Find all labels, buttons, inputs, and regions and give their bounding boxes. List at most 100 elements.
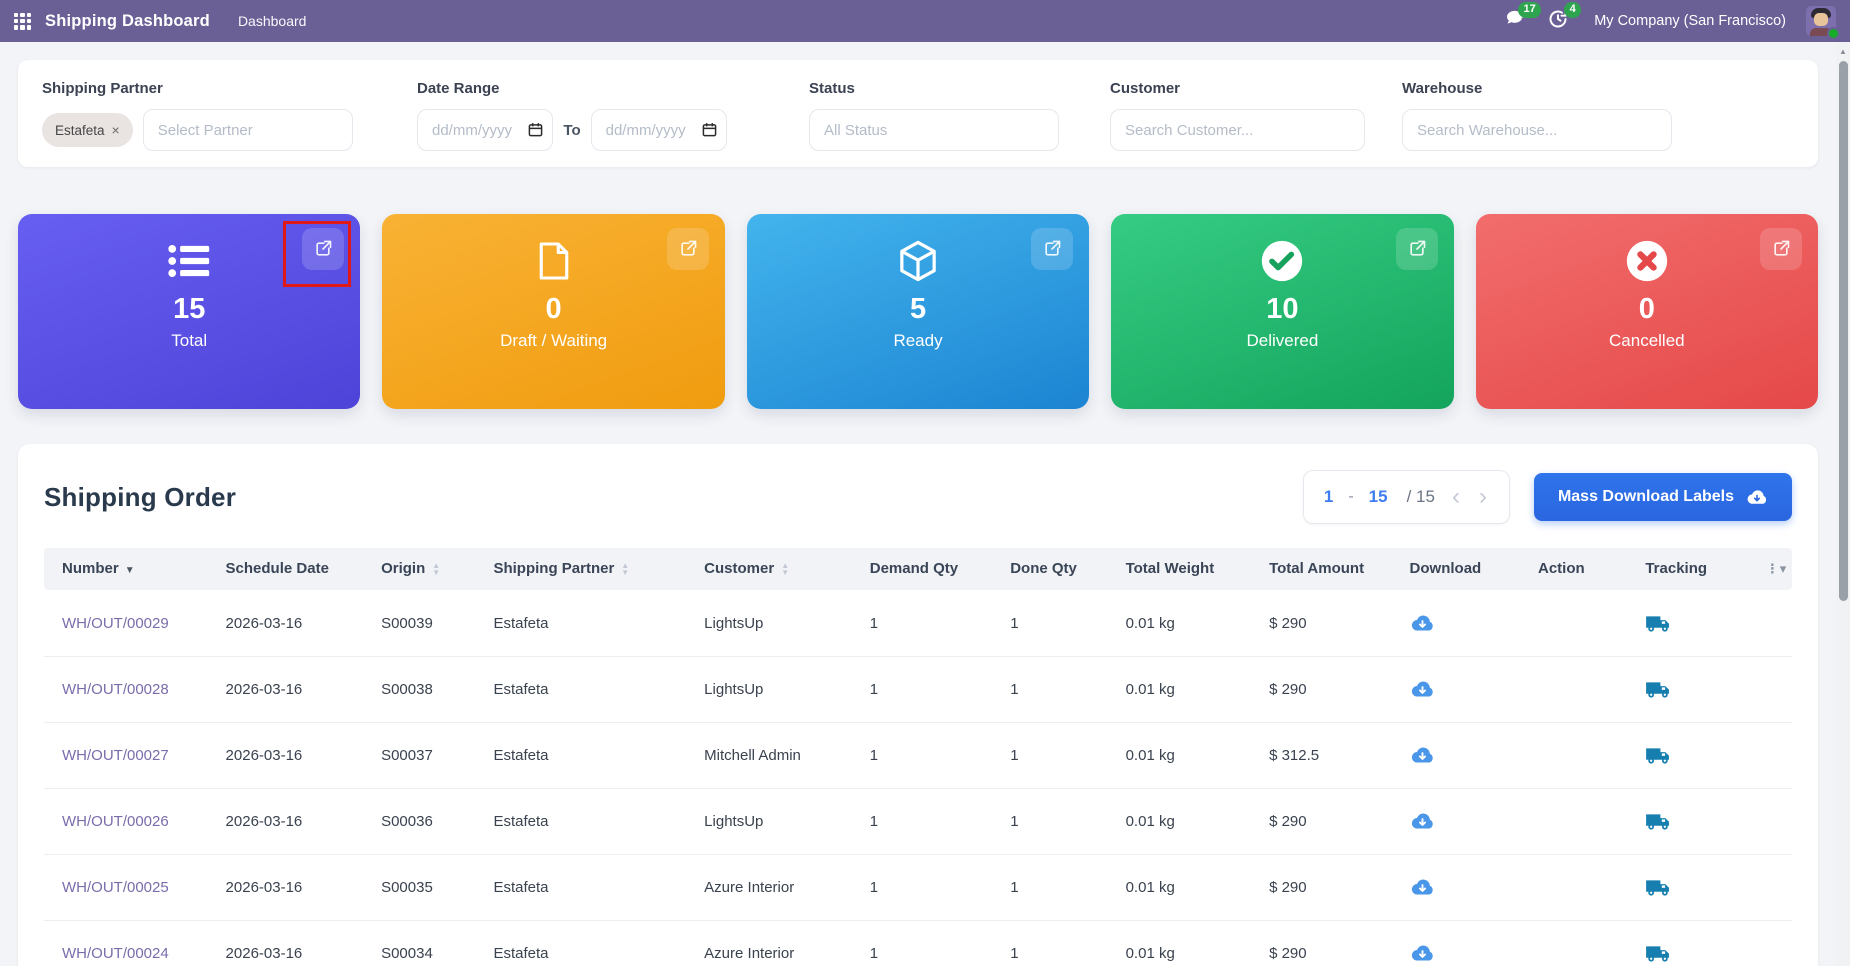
- sort-icon: ▲▼: [432, 562, 440, 576]
- stat-card-ready[interactable]: 5 Ready: [747, 214, 1089, 409]
- page-start[interactable]: 1: [1324, 487, 1333, 507]
- menu-dashboard[interactable]: Dashboard: [238, 13, 307, 29]
- calendar-icon[interactable]: [528, 122, 543, 142]
- order-number-link[interactable]: WH/OUT/00027: [62, 747, 169, 764]
- cloud-download-icon: [1410, 614, 1435, 633]
- date-range-label: Date Range: [417, 80, 727, 97]
- page-end[interactable]: 15: [1369, 487, 1388, 507]
- stat-value-delivered: 10: [1266, 293, 1298, 326]
- col-number[interactable]: Number▼: [44, 548, 208, 590]
- tracking-button[interactable]: [1645, 745, 1672, 765]
- total-amount-cell: $ 290: [1251, 854, 1391, 920]
- shipping-partner-cell: Estafeta: [475, 722, 686, 788]
- action-cell: [1520, 920, 1627, 966]
- download-label-button[interactable]: [1410, 878, 1435, 897]
- external-link-icon: [313, 239, 333, 259]
- origin-cell: S00036: [363, 788, 475, 854]
- total-amount-cell: $ 290: [1251, 920, 1391, 966]
- total-weight-cell: 0.01 kg: [1108, 590, 1251, 656]
- order-number-link[interactable]: WH/OUT/00028: [62, 681, 169, 698]
- truck-icon: [1645, 877, 1672, 897]
- open-draft-external-button[interactable]: [667, 228, 709, 270]
- download-label-button[interactable]: [1410, 812, 1435, 831]
- stat-card-delivered[interactable]: 10 Delivered: [1111, 214, 1453, 409]
- shipping-partner-cell: Estafeta: [475, 788, 686, 854]
- col-options[interactable]: ⋮▾: [1748, 548, 1792, 590]
- pagination: 1 - 15 / 15 ‹ ›: [1303, 470, 1510, 524]
- messages-button[interactable]: 17: [1506, 9, 1528, 34]
- demand-qty-cell: 1: [852, 722, 992, 788]
- sort-icon: ▲▼: [781, 562, 789, 576]
- activities-button[interactable]: 4: [1548, 9, 1568, 34]
- stat-card-cancelled[interactable]: 0 Cancelled: [1476, 214, 1818, 409]
- scroll-up-icon[interactable]: ▲: [1836, 42, 1850, 56]
- status-select[interactable]: [809, 109, 1059, 151]
- origin-cell: S00037: [363, 722, 475, 788]
- truck-icon: [1645, 613, 1672, 633]
- download-label-button[interactable]: [1410, 614, 1435, 633]
- order-number-link[interactable]: WH/OUT/00025: [62, 879, 169, 896]
- stat-label-delivered: Delivered: [1247, 331, 1319, 351]
- stat-card-total[interactable]: 15 Total: [18, 214, 360, 409]
- partner-tag-estafeta[interactable]: Estafeta ×: [42, 113, 133, 147]
- tracking-button[interactable]: [1645, 943, 1672, 963]
- download-label-button[interactable]: [1410, 746, 1435, 765]
- document-icon: [537, 238, 571, 284]
- demand-qty-cell: 1: [852, 854, 992, 920]
- mass-download-labels-button[interactable]: Mass Download Labels: [1534, 473, 1792, 521]
- tracking-button[interactable]: [1645, 877, 1672, 897]
- tracking-button[interactable]: [1645, 679, 1672, 699]
- stat-card-draft-waiting[interactable]: 0 Draft / Waiting: [382, 214, 724, 409]
- next-page-icon[interactable]: ›: [1477, 485, 1489, 509]
- open-total-external-button[interactable]: [302, 228, 344, 270]
- customer-cell: Mitchell Admin: [686, 722, 852, 788]
- shipping-partner-cell: Estafeta: [475, 590, 686, 656]
- check-circle-icon: [1260, 238, 1304, 284]
- prev-page-icon[interactable]: ‹: [1450, 485, 1462, 509]
- truck-icon: [1645, 745, 1672, 765]
- stat-label-draft: Draft / Waiting: [500, 331, 607, 351]
- remove-tag-icon[interactable]: ×: [112, 122, 120, 138]
- user-avatar[interactable]: [1806, 6, 1836, 36]
- done-qty-cell: 1: [992, 854, 1107, 920]
- column-options-icon[interactable]: ⋮▾: [1766, 561, 1788, 576]
- truck-icon: [1645, 943, 1672, 963]
- open-ready-external-button[interactable]: [1031, 228, 1073, 270]
- vertical-scrollbar[interactable]: ▲: [1836, 42, 1850, 966]
- open-cancelled-external-button[interactable]: [1760, 228, 1802, 270]
- open-delivered-external-button[interactable]: [1396, 228, 1438, 270]
- origin-cell: S00039: [363, 590, 475, 656]
- col-origin[interactable]: Origin▲▼: [363, 548, 475, 590]
- calendar-icon[interactable]: [702, 122, 717, 142]
- order-row: WH/OUT/00025 2026-03-16 S00035 Estafeta …: [44, 854, 1792, 920]
- shipping-partner-cell: Estafeta: [475, 920, 686, 966]
- order-number-link[interactable]: WH/OUT/00026: [62, 813, 169, 830]
- status-label: Status: [809, 80, 1059, 97]
- tracking-button[interactable]: [1645, 613, 1672, 633]
- download-label-button[interactable]: [1410, 944, 1435, 963]
- customer-search-input[interactable]: [1110, 109, 1365, 151]
- external-link-icon: [678, 239, 698, 259]
- shipping-partner-cell: Estafeta: [475, 656, 686, 722]
- tracking-button[interactable]: [1645, 811, 1672, 831]
- order-number-link[interactable]: WH/OUT/00029: [62, 615, 169, 632]
- customer-cell: Azure Interior: [686, 920, 852, 966]
- app-title: Shipping Dashboard: [45, 12, 210, 31]
- customer-cell: LightsUp: [686, 788, 852, 854]
- apps-grid-icon[interactable]: [14, 13, 31, 30]
- company-menu[interactable]: My Company (San Francisco): [1594, 13, 1786, 29]
- stat-value-ready: 5: [910, 293, 926, 326]
- stat-label-ready: Ready: [893, 331, 942, 351]
- col-download: Download: [1392, 548, 1520, 590]
- order-number-link[interactable]: WH/OUT/00024: [62, 945, 169, 962]
- external-link-icon: [1407, 239, 1427, 259]
- cloud-download-icon: [1410, 944, 1435, 963]
- col-customer[interactable]: Customer▲▼: [686, 548, 852, 590]
- col-shipping-partner[interactable]: Shipping Partner▲▼: [475, 548, 686, 590]
- partner-select-input[interactable]: [143, 109, 353, 151]
- scrollbar-thumb[interactable]: [1839, 61, 1848, 601]
- warehouse-search-input[interactable]: [1402, 109, 1672, 151]
- download-label-button[interactable]: [1410, 680, 1435, 699]
- action-cell: [1520, 656, 1627, 722]
- demand-qty-cell: 1: [852, 590, 992, 656]
